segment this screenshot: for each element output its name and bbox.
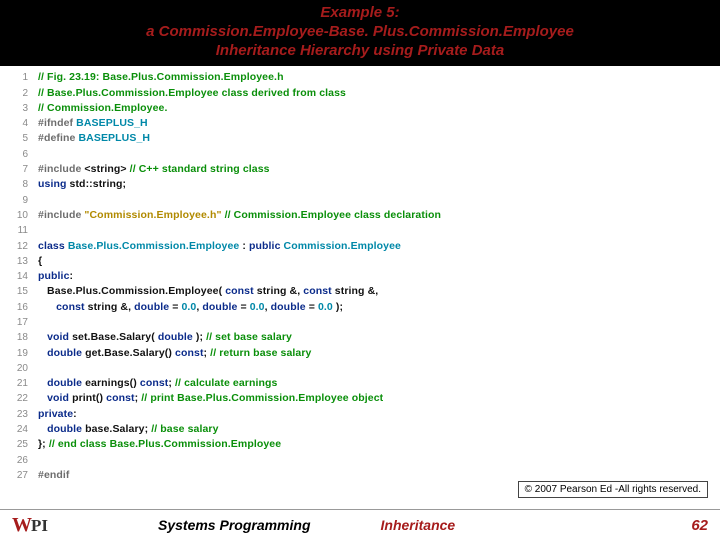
code-text: // Commission.Employee.: [38, 101, 168, 116]
line-number: 14: [0, 269, 38, 284]
line-number: 11: [0, 223, 38, 238]
code-line: 26: [0, 453, 720, 468]
code-line: 13{: [0, 254, 720, 269]
logo-pi: PI: [31, 516, 48, 535]
line-number: 10: [0, 208, 38, 223]
line-number: 21: [0, 376, 38, 391]
title-line-1: Example 5:: [10, 4, 710, 23]
slide-title: Example 5: a Commission.Employee-Base. P…: [0, 0, 720, 66]
code-listing: 1// Fig. 23.19: Base.Plus.Commission.Emp…: [0, 66, 720, 483]
line-number: 18: [0, 330, 38, 345]
footer-page-number: 62: [691, 517, 708, 534]
line-number: 9: [0, 193, 38, 208]
slide-footer: WPI Systems Programming Inheritance 62: [0, 509, 720, 540]
code-text: [38, 223, 41, 238]
code-text: double get.Base.Salary() const; // retur…: [38, 346, 312, 361]
line-number: 1: [0, 70, 38, 85]
wpi-logo: WPI: [12, 514, 48, 537]
code-line: 19 double get.Base.Salary() const; // re…: [0, 346, 720, 361]
code-line: 18 void set.Base.Salary( double ); // se…: [0, 330, 720, 345]
code-line: 20: [0, 361, 720, 376]
line-number: 16: [0, 300, 38, 315]
code-text: Base.Plus.Commission.Employee( const str…: [38, 284, 378, 299]
code-line: 23private:: [0, 407, 720, 422]
code-text: {: [38, 254, 42, 269]
line-number: 19: [0, 346, 38, 361]
code-text: private:: [38, 407, 77, 422]
code-text: public:: [38, 269, 73, 284]
code-text: using std::string;: [38, 177, 126, 192]
code-line: 25}; // end class Base.Plus.Commission.E…: [0, 437, 720, 452]
line-number: 17: [0, 315, 38, 330]
code-text: // Fig. 23.19: Base.Plus.Commission.Empl…: [38, 70, 284, 85]
line-number: 7: [0, 162, 38, 177]
code-line: 22 void print() const; // print Base.Plu…: [0, 391, 720, 406]
code-line: 21 double earnings() const; // calculate…: [0, 376, 720, 391]
line-number: 12: [0, 239, 38, 254]
code-line: 8using std::string;: [0, 177, 720, 192]
code-line: 24 double base.Salary; // base salary: [0, 422, 720, 437]
code-text: #endif: [38, 468, 70, 483]
code-line: 3// Commission.Employee.: [0, 101, 720, 116]
code-text: const string &, double = 0.0, double = 0…: [38, 300, 343, 315]
code-text: [38, 193, 41, 208]
line-number: 6: [0, 147, 38, 162]
logo-w: W: [12, 514, 30, 536]
code-line: 14public:: [0, 269, 720, 284]
line-number: 25: [0, 437, 38, 452]
line-number: 5: [0, 131, 38, 146]
title-line-3: Inheritance Hierarchy using Private Data: [10, 42, 710, 61]
code-line: 7#include <string> // C++ standard strin…: [0, 162, 720, 177]
line-number: 4: [0, 116, 38, 131]
code-text: #define BASEPLUS_H: [38, 131, 150, 146]
code-text: void print() const; // print Base.Plus.C…: [38, 391, 383, 406]
line-number: 8: [0, 177, 38, 192]
code-text: }; // end class Base.Plus.Commission.Emp…: [38, 437, 281, 452]
code-line: 1// Fig. 23.19: Base.Plus.Commission.Emp…: [0, 70, 720, 85]
code-text: [38, 361, 41, 376]
line-number: 13: [0, 254, 38, 269]
copyright-notice: © 2007 Pearson Ed -All rights reserved.: [518, 481, 708, 498]
line-number: 24: [0, 422, 38, 437]
code-line: 12class Base.Plus.Commission.Employee : …: [0, 239, 720, 254]
code-line: 9: [0, 193, 720, 208]
line-number: 15: [0, 284, 38, 299]
line-number: 20: [0, 361, 38, 376]
code-text: double base.Salary; // base salary: [38, 422, 219, 437]
code-line: 11: [0, 223, 720, 238]
code-text: #include "Commission.Employee.h" // Comm…: [38, 208, 441, 223]
code-text: [38, 453, 41, 468]
code-line: 6: [0, 147, 720, 162]
code-line: 16 const string &, double = 0.0, double …: [0, 300, 720, 315]
footer-topic: Inheritance: [381, 517, 456, 533]
code-line: 2// Base.Plus.Commission.Employee class …: [0, 86, 720, 101]
code-line: 17: [0, 315, 720, 330]
line-number: 3: [0, 101, 38, 116]
code-text: double earnings() const; // calculate ea…: [38, 376, 278, 391]
code-line: 15 Base.Plus.Commission.Employee( const …: [0, 284, 720, 299]
code-line: 5#define BASEPLUS_H: [0, 131, 720, 146]
title-line-2: a Commission.Employee-Base. Plus.Commiss…: [10, 23, 710, 42]
code-text: #ifndef BASEPLUS_H: [38, 116, 148, 131]
code-text: [38, 147, 41, 162]
line-number: 22: [0, 391, 38, 406]
line-number: 23: [0, 407, 38, 422]
code-line: 10#include "Commission.Employee.h" // Co…: [0, 208, 720, 223]
footer-course: Systems Programming: [158, 517, 311, 533]
code-text: #include <string> // C++ standard string…: [38, 162, 270, 177]
line-number: 2: [0, 86, 38, 101]
line-number: 26: [0, 453, 38, 468]
code-text: [38, 315, 41, 330]
code-text: // Base.Plus.Commission.Employee class d…: [38, 86, 346, 101]
code-line: 4#ifndef BASEPLUS_H: [0, 116, 720, 131]
code-text: class Base.Plus.Commission.Employee : pu…: [38, 239, 401, 254]
line-number: 27: [0, 468, 38, 483]
code-text: void set.Base.Salary( double ); // set b…: [38, 330, 292, 345]
